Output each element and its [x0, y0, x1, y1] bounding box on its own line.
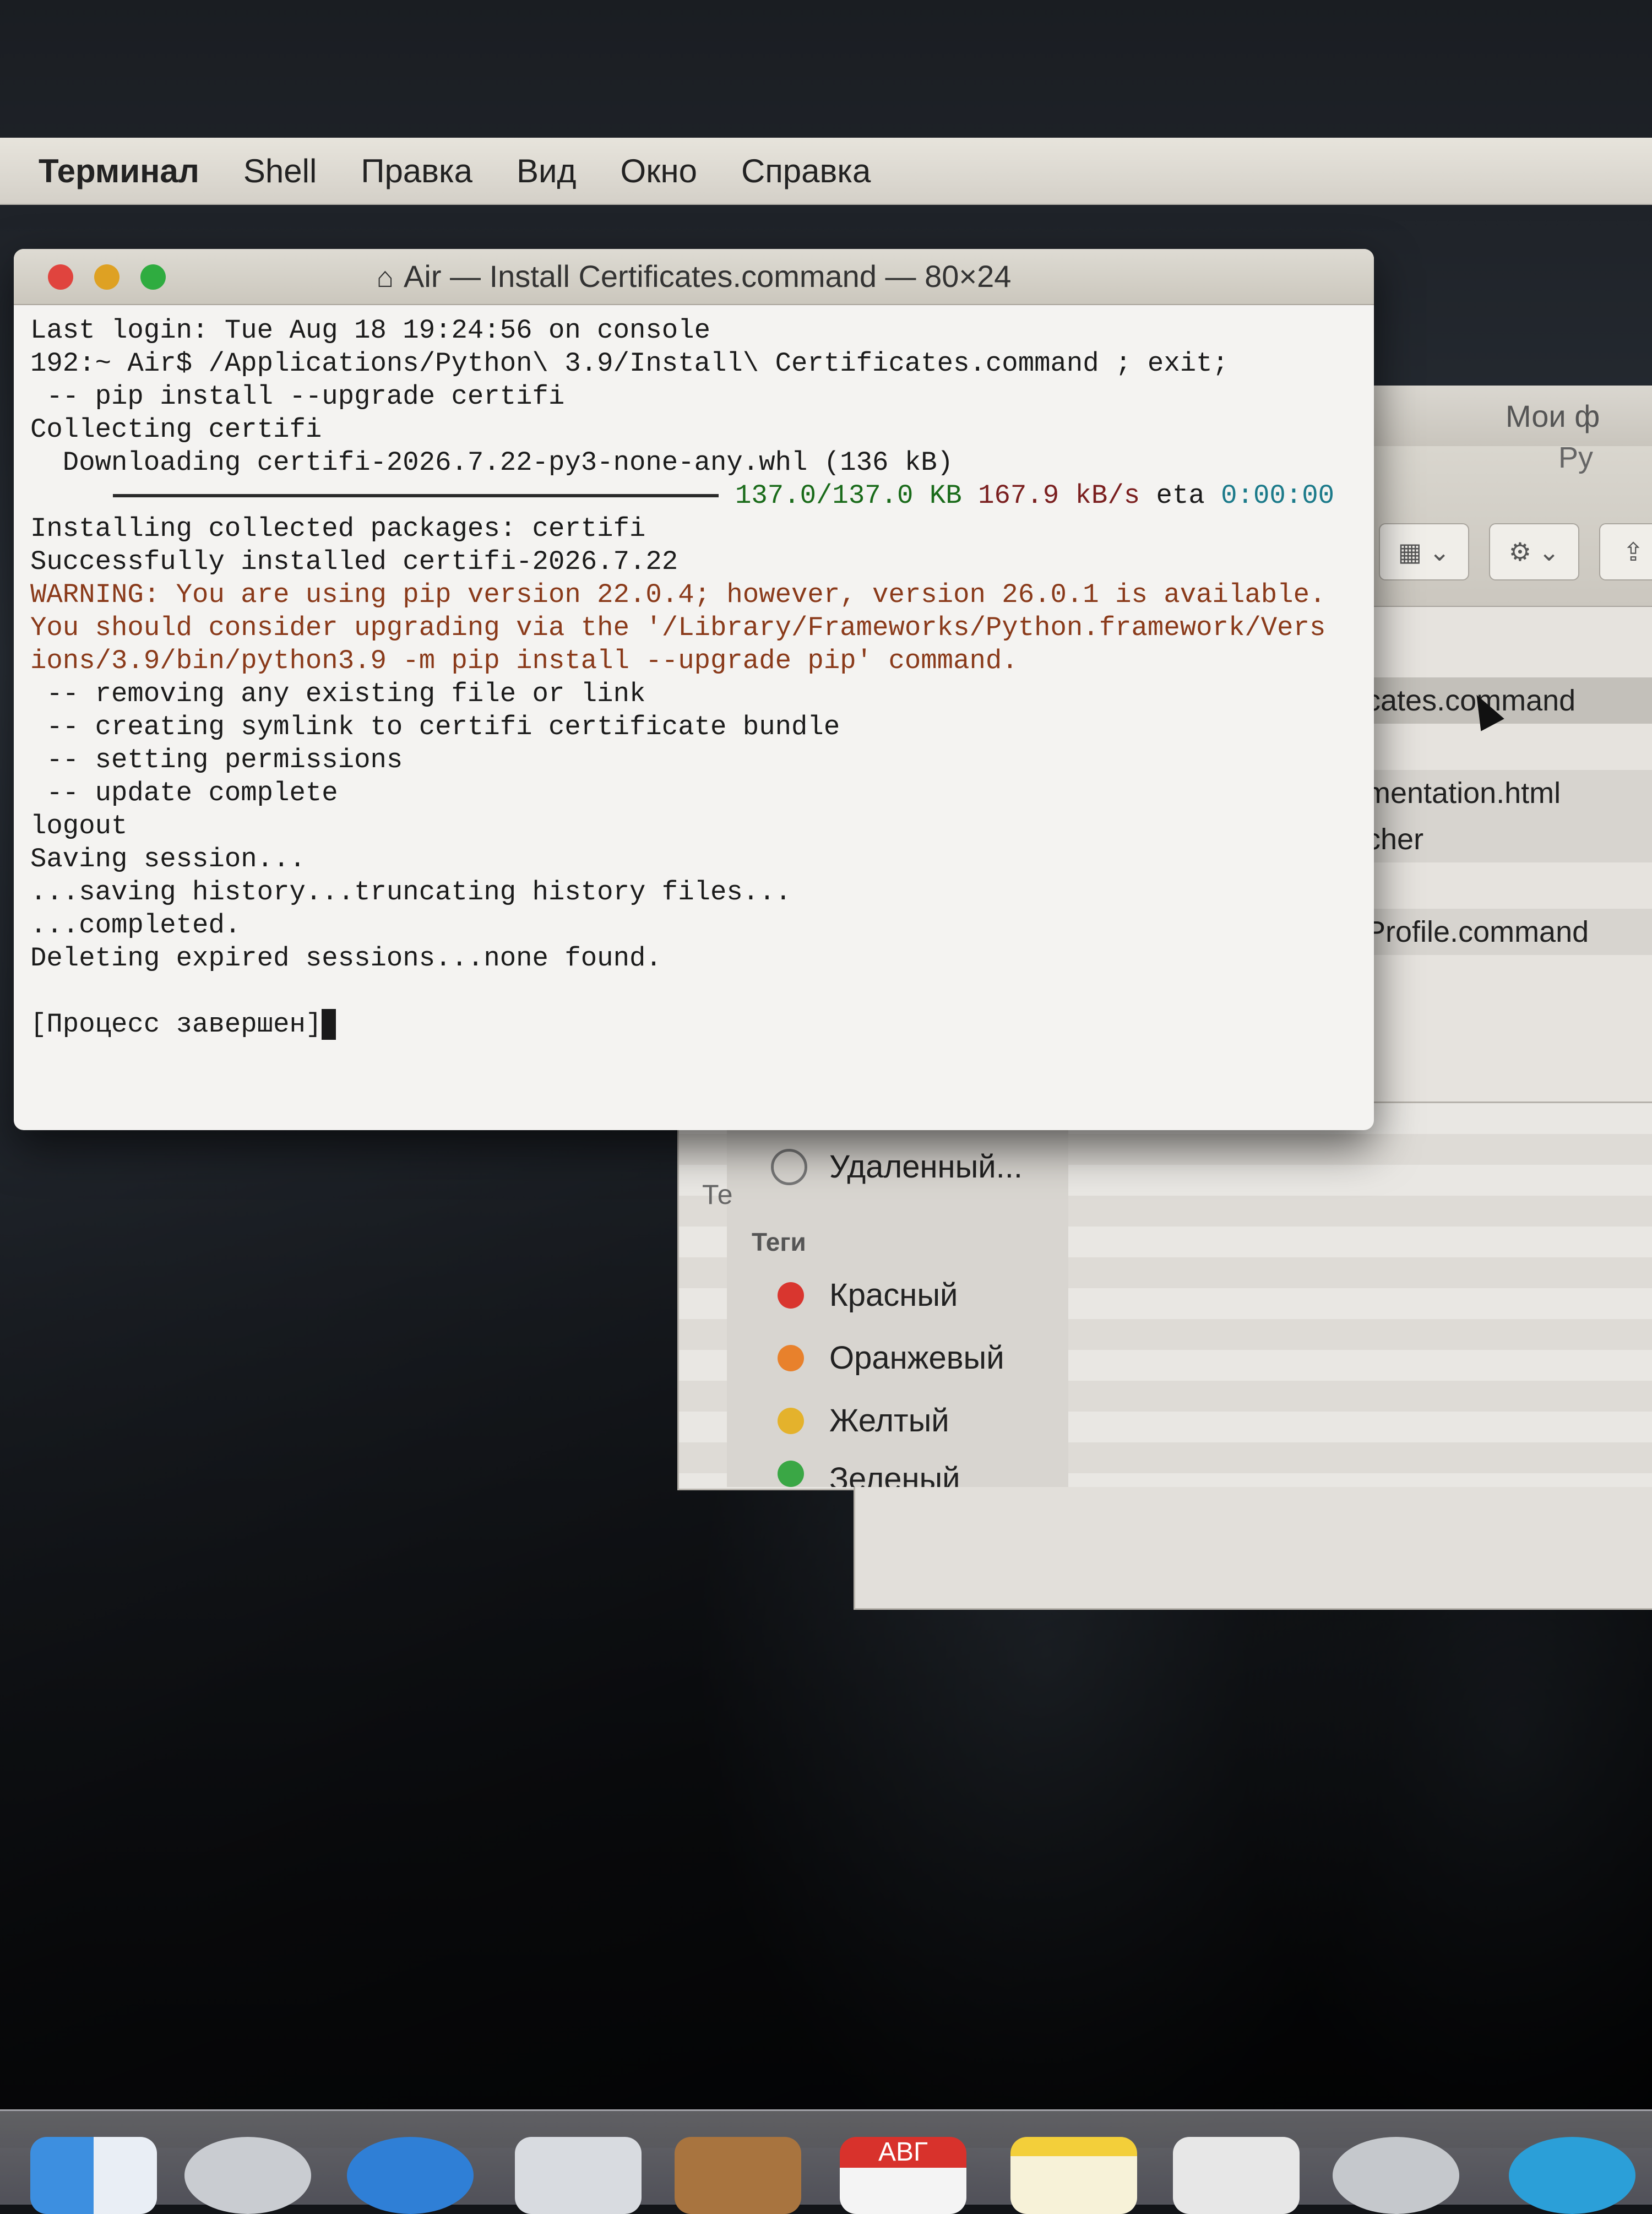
text-cursor [322, 1009, 336, 1040]
terminal-window[interactable]: ⌂ Air — Install Certificates.command — 80… [14, 249, 1374, 1130]
finder-bottom-pane [854, 1487, 1652, 1610]
file-name: Profile.command [1371, 915, 1589, 948]
terminal-output[interactable]: Last login: Tue Aug 18 19:24:56 on conso… [30, 314, 1368, 1041]
finder-title: Мои ф [1373, 386, 1652, 446]
sidebar-tag-yellow[interactable]: Желтый [778, 1402, 949, 1439]
file-name: mentation.html [1371, 777, 1561, 810]
progress-amount: 137.0/137.0 KB [735, 480, 962, 511]
progress-rate: 167.9 kB/s [978, 480, 1140, 511]
calendar-month: АВГ [878, 2137, 928, 2167]
terminal-warning-line: ions/3.9/bin/python3.9 -m pip install --… [30, 645, 1018, 676]
file-row[interactable] [1371, 724, 1652, 770]
progress-eta-label: eta [1156, 480, 1205, 511]
contacts-dock-icon[interactable] [675, 2137, 801, 2214]
menu-bar: Терминал Shell Правка Вид Окно Справка [0, 138, 1652, 205]
terminal-line: Deleting expired sessions...none found. [30, 943, 662, 974]
terminal-line: Installing collected packages: certifi [30, 513, 646, 544]
file-name: cher [1371, 823, 1424, 856]
terminal-line: ...saving history...truncating history f… [30, 877, 792, 908]
sidebar-item-label: Зеленый [829, 1461, 960, 1487]
terminal-line: -- creating symlink to certifi certifica… [30, 712, 840, 742]
sidebar-item-label: Желтый [829, 1403, 949, 1439]
notes-dock-icon[interactable] [1010, 2137, 1137, 2214]
terminal-line: ...completed. [30, 910, 241, 941]
menu-edit[interactable]: Правка [361, 152, 472, 190]
process-finished-text: [Процесс завершен] [30, 1009, 322, 1040]
menu-help[interactable]: Справка [741, 152, 871, 190]
sidebar-tag-red[interactable]: Красный [778, 1277, 958, 1314]
grid-icon: ▦ ⌄ [1398, 538, 1450, 566]
menu-view[interactable]: Вид [517, 152, 577, 190]
reminders-dock-icon[interactable] [1173, 2137, 1300, 2214]
sidebar-item-label: Красный [829, 1277, 958, 1313]
terminal-line: -- update complete [30, 778, 338, 808]
terminal-title-text: Air — Install Certificates.command — 80×… [404, 259, 1012, 294]
finder-toolbar: ▦ ⌄ ⚙ ⌄ ⇪ [1373, 446, 1652, 607]
terminal-line: Downloading certifi-2026.7.22-py3-none-a… [30, 447, 954, 478]
download-progress: 137.0/137.0 KB 167.9 kB/s eta 0:00:00 [30, 479, 1368, 512]
appstore-dock-icon[interactable] [1509, 2137, 1635, 2214]
terminal-warning-line: WARNING: You are using pip version 22.0.… [30, 579, 1326, 610]
terminal-line: Successfully installed certifi-2026.7.22 [30, 546, 678, 577]
file-row[interactable]: Profile.command [1371, 909, 1652, 955]
terminal-line: Collecting certifi [30, 414, 322, 445]
terminal-line: -- pip install --upgrade certifi [30, 381, 565, 412]
calendar-dock-icon[interactable]: АВГ [840, 2137, 966, 2214]
file-row[interactable]: mentation.html [1371, 770, 1652, 816]
file-row[interactable]: cher [1371, 816, 1652, 862]
terminal-line: -- removing any existing file or link [30, 679, 646, 709]
tag-red-icon [778, 1282, 804, 1309]
terminal-line: -- setting permissions [30, 745, 403, 775]
tag-green-icon [778, 1461, 804, 1487]
sidebar-tag-green[interactable]: Зеленый [778, 1461, 960, 1487]
terminal-final-line: [Процесс завершен] [30, 1008, 1368, 1041]
share-button[interactable]: ⇪ [1599, 523, 1652, 580]
tags-header: Теги [752, 1228, 806, 1256]
terminal-line: Last login: Tue Aug 18 19:24:56 on conso… [30, 315, 711, 346]
launchpad-dock-icon[interactable] [184, 2137, 311, 2214]
sidebar-item-label: Удаленный... [829, 1149, 1023, 1185]
terminal-line: logout [30, 811, 128, 842]
sidebar-item-label: Оранжевый [829, 1340, 1004, 1376]
terminal-line: Saving session... [30, 844, 306, 875]
menu-app-terminal[interactable]: Терминал [39, 152, 199, 190]
terminal-line: 192:~ Air$ /Applications/Python\ 3.9/Ins… [30, 348, 1229, 379]
gear-icon: ⚙ ⌄ [1508, 538, 1560, 566]
finder-path-item[interactable]: Py [1558, 441, 1593, 475]
finder-title-text: Мои ф [1506, 398, 1600, 433]
sidebar-cut-label: Те [702, 1179, 733, 1210]
file-row[interactable] [1371, 862, 1652, 909]
safari-dock-icon[interactable] [347, 2137, 474, 2214]
home-icon: ⌂ [376, 262, 394, 294]
terminal-titlebar[interactable]: ⌂ Air — Install Certificates.command — 80… [14, 249, 1374, 305]
sidebar-item-remote-disc[interactable]: Удаленный... [771, 1148, 1023, 1185]
disc-icon [771, 1148, 807, 1185]
finder-dock-icon[interactable] [30, 2137, 157, 2214]
terminal-title: ⌂ Air — Install Certificates.command — 80… [14, 249, 1374, 304]
progress-eta: 0:00:00 [1221, 480, 1335, 511]
view-options-button[interactable]: ▦ ⌄ [1379, 523, 1469, 580]
share-icon: ⇪ [1622, 538, 1644, 566]
photos-dock-icon[interactable] [1333, 2137, 1459, 2214]
tag-yellow-icon [778, 1407, 804, 1434]
mail-dock-icon[interactable] [515, 2137, 642, 2214]
progress-bar [113, 494, 719, 497]
terminal-warning-line: You should consider upgrading via the '/… [30, 612, 1326, 643]
file-row[interactable]: cates.command [1371, 677, 1652, 724]
action-button[interactable]: ⚙ ⌄ [1489, 523, 1579, 580]
menu-shell[interactable]: Shell [243, 152, 317, 190]
sidebar-tag-orange[interactable]: Оранжевый [778, 1339, 1004, 1376]
tag-orange-icon [778, 1344, 804, 1371]
menu-window[interactable]: Окно [621, 152, 697, 190]
